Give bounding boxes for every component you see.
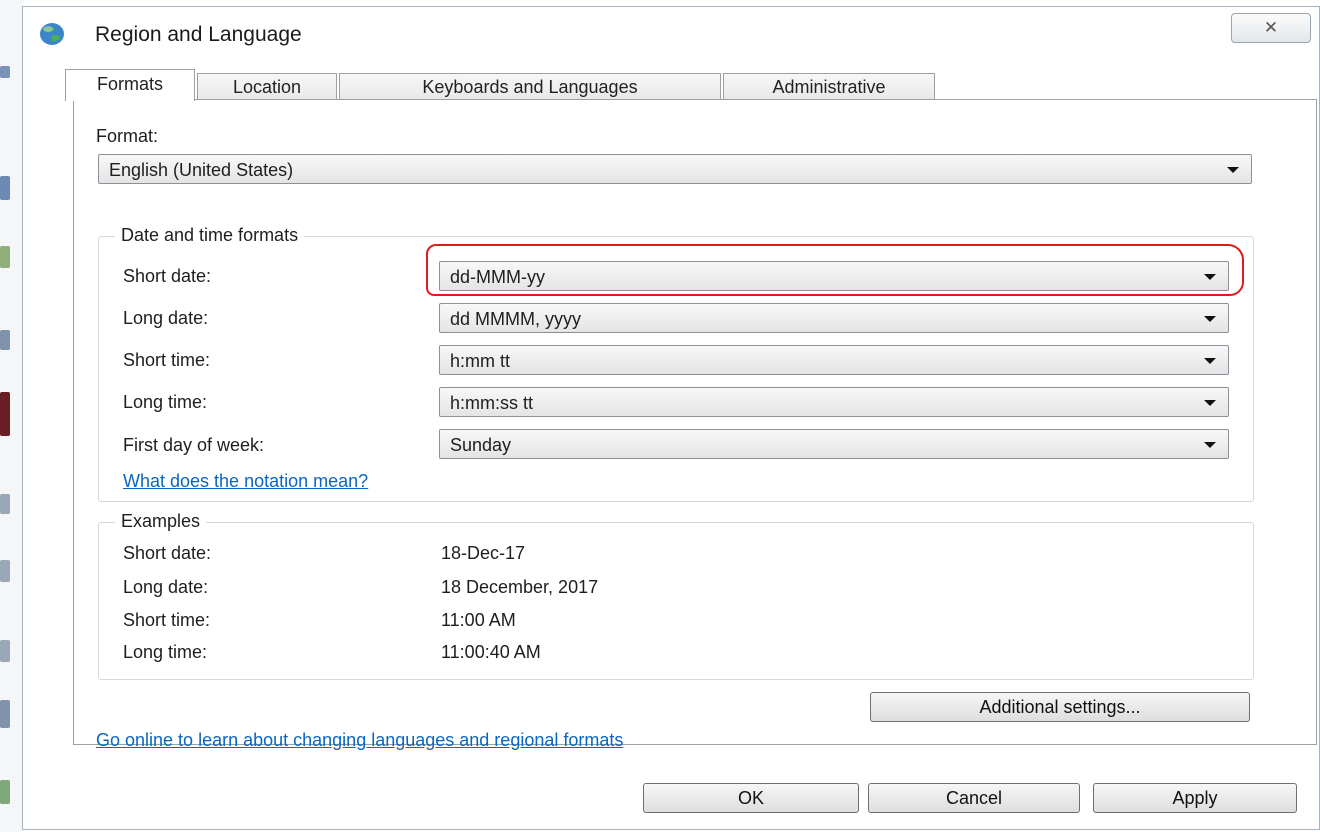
long-date-dropdown[interactable]: dd MMMM, yyyy — [439, 303, 1229, 333]
window-title: Region and Language — [95, 23, 302, 46]
background-mark — [0, 700, 10, 728]
tab-administrative[interactable]: Administrative — [723, 73, 935, 100]
additional-settings-button[interactable]: Additional settings... — [870, 692, 1250, 722]
background-mark — [0, 176, 10, 200]
background-mark — [0, 494, 10, 514]
long-time-dropdown[interactable]: h:mm:ss tt — [439, 387, 1229, 417]
first-day-of-week-label: First day of week: — [123, 435, 265, 455]
chevron-down-icon — [1204, 358, 1216, 364]
chevron-down-icon — [1204, 400, 1216, 406]
title-bar: Region and Language ✕ — [23, 7, 1319, 57]
long-date-value: dd MMMM, yyyy — [450, 309, 582, 329]
region-and-language-dialog: Region and Language ✕ Formats Location K… — [22, 6, 1320, 830]
background-window-edge — [0, 0, 22, 832]
close-icon: ✕ — [1263, 18, 1279, 37]
example-short-time-value: 11:00 AM — [441, 610, 516, 630]
background-mark — [0, 246, 10, 268]
tab-location[interactable]: Location — [197, 73, 337, 100]
example-long-date-label: Long date: — [123, 577, 209, 597]
tab-keyboards-and-languages[interactable]: Keyboards and Languages — [339, 73, 721, 100]
background-mark — [0, 780, 10, 804]
short-date-value: dd-MMM-yy — [450, 267, 545, 287]
example-short-date-value: 18-Dec-17 — [441, 543, 526, 563]
example-short-time-label: Short time: — [123, 610, 211, 630]
background-mark — [0, 640, 10, 662]
date-time-formats-title: Date and time formats — [115, 225, 305, 246]
globe-icon — [40, 23, 64, 45]
example-long-time-value: 11:00:40 AM — [441, 642, 541, 662]
notation-help-link[interactable]: What does the notation mean? — [123, 471, 368, 492]
close-button[interactable]: ✕ — [1231, 13, 1311, 43]
long-time-label: Long time: — [123, 392, 208, 412]
apply-button[interactable]: Apply — [1093, 783, 1297, 813]
example-long-date-value: 18 December, 2017 — [441, 577, 599, 597]
background-mark — [0, 392, 10, 436]
short-time-dropdown[interactable]: h:mm tt — [439, 345, 1229, 375]
short-date-label: Short date: — [123, 266, 212, 286]
format-dropdown[interactable]: English (United States) — [98, 154, 1252, 184]
short-time-value: h:mm tt — [450, 351, 511, 371]
online-help-link[interactable]: Go online to learn about changing langua… — [96, 730, 623, 751]
long-date-label: Long date: — [123, 308, 209, 328]
examples-group: Examples Short date: 18-Dec-17 Long date… — [98, 511, 1254, 680]
background-mark — [0, 66, 10, 78]
background-mark — [0, 560, 10, 582]
chevron-down-icon — [1204, 316, 1216, 322]
date-time-formats-group: Date and time formats Short date: dd-MMM… — [98, 225, 1254, 502]
example-long-time-label: Long time: — [123, 642, 208, 662]
format-value: English (United States) — [109, 160, 294, 180]
formats-tab-panel: Format: English (United States) Date and… — [73, 99, 1317, 750]
tab-formats[interactable]: Formats — [65, 69, 195, 101]
background-mark — [0, 330, 10, 350]
first-day-of-week-dropdown[interactable]: Sunday — [439, 429, 1229, 459]
short-time-label: Short time: — [123, 350, 211, 370]
chevron-down-icon — [1227, 167, 1239, 173]
ok-button[interactable]: OK — [643, 783, 859, 813]
examples-title: Examples — [115, 511, 207, 532]
short-date-dropdown[interactable]: dd-MMM-yy — [439, 261, 1229, 291]
format-label: Format: — [96, 126, 159, 146]
chevron-down-icon — [1204, 442, 1216, 448]
chevron-down-icon — [1204, 274, 1216, 280]
first-day-of-week-value: Sunday — [450, 435, 512, 455]
long-time-value: h:mm:ss tt — [450, 393, 534, 413]
cancel-button[interactable]: Cancel — [868, 783, 1080, 813]
example-short-date-label: Short date: — [123, 543, 212, 563]
